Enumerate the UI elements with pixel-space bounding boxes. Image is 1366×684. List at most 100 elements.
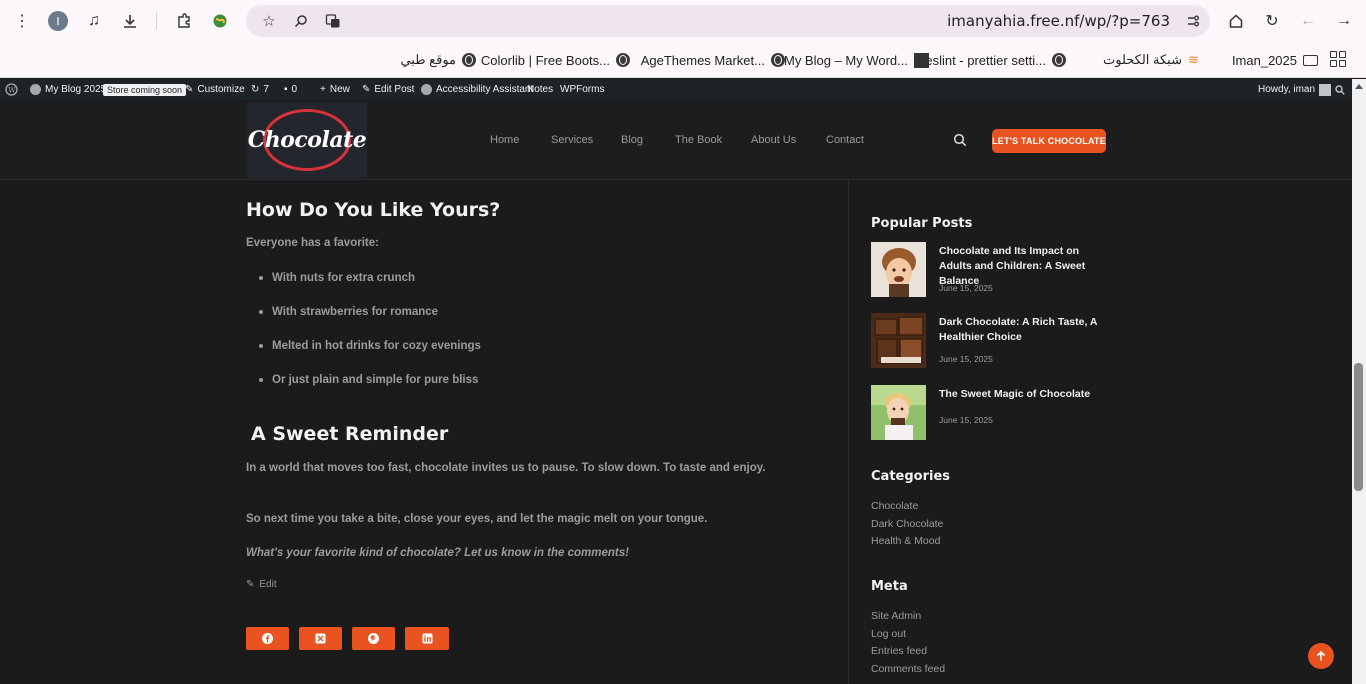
share-linkedin-button[interactable]: [405, 627, 449, 650]
back-to-top-button[interactable]: [1308, 643, 1334, 669]
header-search-icon[interactable]: [953, 133, 967, 147]
favorites-list: With nuts for extra crunch With strawber…: [259, 271, 481, 407]
brush-icon: ✎: [185, 84, 194, 95]
admin-account[interactable]: Howdy, iman: [1258, 79, 1332, 100]
store-badge-label: Store coming soon: [103, 83, 187, 96]
folder-icon: [1303, 54, 1318, 66]
bookmark-item[interactable]: موقع طبي: [400, 50, 476, 70]
bookmark-item[interactable]: Colorlib | Free Boots...: [481, 50, 630, 70]
post-thumbnail[interactable]: [871, 313, 926, 368]
admin-accessibility[interactable]: Accessibility Assistant: [421, 79, 533, 100]
address-bar[interactable]: ☆ imanyahia.free.nf/wp/?p=763: [246, 5, 1210, 37]
back-arrow-icon[interactable]: ←: [1296, 9, 1320, 33]
apps-grid-icon[interactable]: [1330, 51, 1346, 67]
plus-icon: +: [320, 84, 326, 95]
bookmark-item[interactable]: Iman_2025: [1232, 50, 1318, 70]
post-thumbnail[interactable]: [871, 242, 926, 297]
notes-label: Notes: [527, 84, 554, 95]
comment-icon: ▪: [284, 84, 288, 95]
pencil-icon: ✎: [246, 579, 255, 590]
profile-button[interactable]: I: [46, 9, 70, 33]
admin-updates[interactable]: ↻ 7: [251, 79, 269, 100]
share-pinterest-button[interactable]: [352, 627, 395, 650]
intro-text: Everyone has a favorite:: [246, 237, 379, 249]
home-icon[interactable]: [1224, 9, 1248, 33]
media-playlist-icon[interactable]: ♫: [82, 9, 106, 33]
nav-home[interactable]: Home: [490, 134, 519, 146]
meta-link[interactable]: Site Admin: [871, 610, 921, 622]
nav-blog[interactable]: Blog: [621, 134, 643, 146]
popular-post-item[interactable]: The Sweet Magic of Chocolate June 15, 20…: [871, 385, 1111, 441]
post-date: June 15, 2025: [939, 415, 993, 425]
site-logo[interactable]: Chocolate: [247, 102, 367, 178]
admin-wpforms[interactable]: WPForms: [560, 79, 604, 100]
share-x-button[interactable]: [299, 627, 342, 650]
share-facebook-button[interactable]: [246, 627, 289, 650]
wordpress-logo-icon[interactable]: W: [5, 79, 18, 100]
nav-services[interactable]: Services: [551, 134, 593, 146]
bookmark-item[interactable]: AgeThemes Market...: [641, 50, 785, 70]
site-info-icon[interactable]: [1182, 10, 1204, 32]
toolbar-divider: [156, 12, 157, 30]
admin-site-name[interactable]: My Blog 2025: [30, 79, 106, 100]
categories-heading: Categories: [871, 469, 951, 484]
admin-notes[interactable]: Notes: [527, 79, 553, 100]
post-thumbnail[interactable]: [871, 385, 926, 440]
site-header: Chocolate Home Services Blog The Book Ab…: [0, 100, 1352, 180]
scroll-up-icon[interactable]: [1355, 84, 1363, 89]
linkedin-icon: [422, 633, 432, 644]
extension-globe-icon[interactable]: [208, 9, 232, 33]
bookmark-item[interactable]: شبكة الكحلوت ≋: [1103, 50, 1202, 70]
meta-link[interactable]: Entries feed: [871, 645, 927, 657]
bookmark-star-icon[interactable]: ☆: [258, 10, 280, 32]
bookmark-label: eslint - prettier setti...: [925, 52, 1046, 68]
popular-post-item[interactable]: Dark Chocolate: A Rich Taste, A Healthie…: [871, 313, 1111, 369]
post-date: June 15, 2025: [939, 354, 993, 364]
store-badge[interactable]: Store coming soon: [103, 79, 187, 100]
category-link[interactable]: Health & Mood: [871, 535, 940, 547]
category-link[interactable]: Chocolate: [871, 500, 918, 512]
stack-icon: ≋: [1188, 52, 1199, 67]
admin-new[interactable]: + New: [320, 79, 350, 100]
bookmarks-bar: Iman_2025 شبكة الكحلوت ≋ eslint - pretti…: [0, 42, 1366, 78]
lets-talk-chocolate-button[interactable]: LET'S TALK CHOCOLATE: [992, 129, 1106, 153]
scrollbar-thumb[interactable]: [1354, 363, 1363, 491]
nav-about-us[interactable]: About Us: [751, 134, 796, 146]
main-area: How Do You Like Yours? Everyone has a fa…: [0, 181, 1352, 684]
nav-contact[interactable]: Contact: [826, 134, 864, 146]
meta-link[interactable]: Comments feed: [871, 663, 945, 675]
bookmark-label: شبكة الكحلوت: [1103, 52, 1182, 67]
bookmark-label: Colorlib | Free Boots...: [480, 52, 610, 68]
browser-toolbar: ⋮ I ♫ ☆ imanyahia.free.nf/wp/?p=763 ↻ ← …: [0, 0, 1366, 42]
list-item: Or just plain and simple for pure bliss: [259, 373, 481, 407]
download-icon[interactable]: [118, 9, 142, 33]
zoom-search-icon[interactable]: [290, 10, 312, 32]
url-text[interactable]: imanyahia.free.nf/wp/?p=763: [947, 12, 1170, 30]
extensions-icon[interactable]: [172, 9, 196, 33]
menu-kebab-icon[interactable]: ⋮: [10, 9, 34, 33]
edit-link[interactable]: ✎ Edit: [246, 579, 277, 590]
forward-arrow-icon[interactable]: →: [1332, 9, 1356, 33]
meta-link[interactable]: Log out: [871, 628, 906, 640]
customize-label: Customize: [197, 84, 245, 95]
admin-search-icon[interactable]: [1335, 79, 1345, 100]
sidebar-divider: [848, 181, 849, 684]
admin-comments[interactable]: ▪ 0: [284, 79, 297, 100]
page-scrollbar[interactable]: [1352, 79, 1366, 684]
bookmark-label: موقع طبي: [400, 52, 456, 67]
post-title[interactable]: Dark Chocolate: A Rich Taste, A Healthie…: [939, 315, 1109, 345]
category-link[interactable]: Dark Chocolate: [871, 518, 943, 530]
admin-edit-post[interactable]: ✎ Edit Post: [362, 79, 414, 100]
svg-text:W: W: [8, 86, 16, 94]
post-title[interactable]: The Sweet Magic of Chocolate: [939, 387, 1109, 402]
meta-heading: Meta: [871, 579, 908, 594]
logo-badge: Chocolate: [248, 109, 367, 171]
reload-icon[interactable]: ↻: [1260, 9, 1284, 33]
globe-icon: [771, 53, 785, 67]
bookmark-item[interactable]: eslint - prettier setti...: [925, 50, 1066, 70]
popular-post-item[interactable]: Chocolate and Its Impact on Adults and C…: [871, 242, 1111, 298]
translate-icon[interactable]: [322, 10, 344, 32]
bookmark-item[interactable]: My Blog – My Word...: [784, 50, 929, 70]
nav-the-book[interactable]: The Book: [675, 134, 722, 146]
admin-customize[interactable]: ✎ Customize: [185, 79, 245, 100]
